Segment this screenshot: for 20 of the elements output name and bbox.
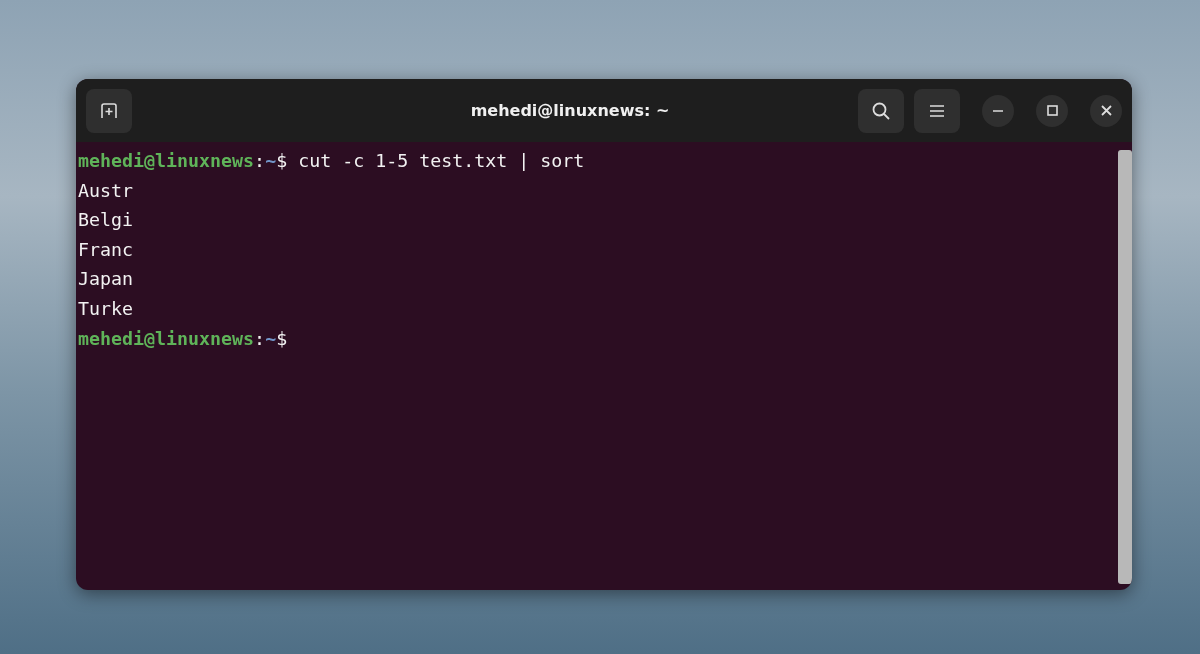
maximize-button[interactable] (1036, 94, 1068, 127)
output-line: Franc (78, 237, 134, 262)
output-line: Austr (78, 178, 134, 203)
new-tab-icon (100, 101, 118, 120)
prompt-line: mehedi@linuxnews:~$ cut -c 1-5 test.txt | sort (78, 149, 585, 173)
output-line: Japan (78, 267, 134, 292)
prompt-line: mehedi@linuxnews:~$ (78, 326, 288, 351)
maximize-icon (1046, 105, 1058, 116)
menu-icon (930, 104, 944, 117)
close-button[interactable] (1090, 94, 1122, 127)
output-line: Turke (78, 296, 134, 321)
search-button[interactable] (858, 88, 904, 133)
window-title: mehedi@linuxnews: ~ (469, 101, 671, 120)
close-icon (1100, 105, 1112, 116)
new-tab-button[interactable] (86, 88, 132, 133)
search-icon (872, 101, 890, 120)
output-line: Belgi (78, 208, 134, 233)
menu-button[interactable] (914, 88, 960, 133)
scrollbar[interactable] (1118, 150, 1132, 584)
minimize-icon (993, 109, 1003, 112)
